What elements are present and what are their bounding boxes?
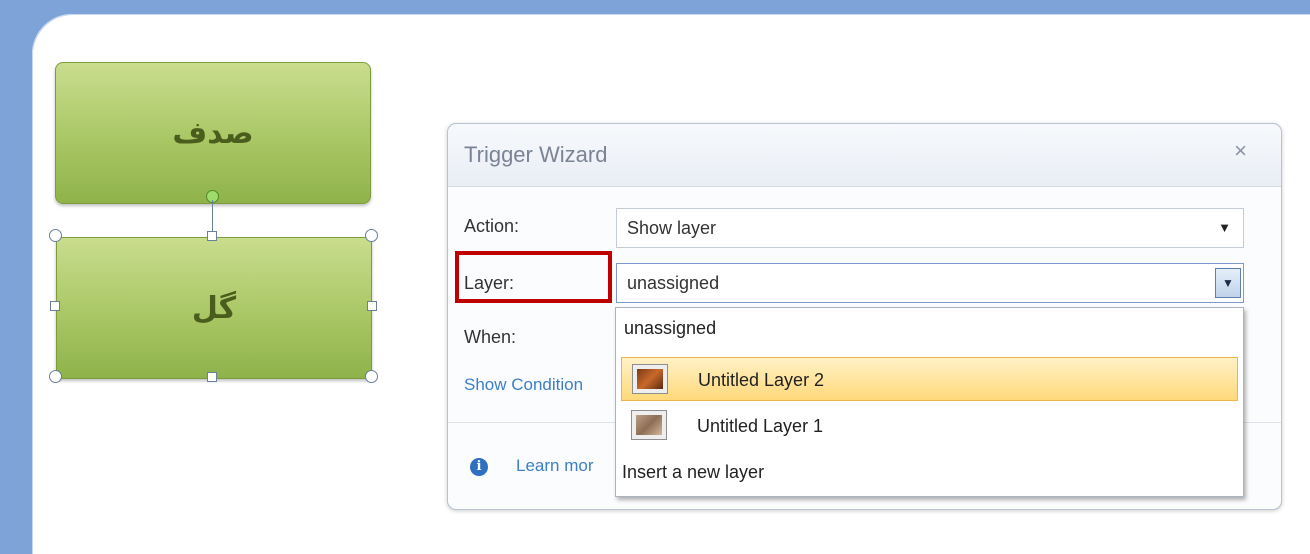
shape-top[interactable]: صدف [55,62,371,204]
layer-option-unassigned[interactable]: unassigned [616,308,1243,348]
when-label: When: [464,327,517,347]
dialog-title: Trigger Wizard [464,142,608,167]
layer-option-untitled-layer-1[interactable]: Untitled Layer 1 [616,404,1243,448]
rotate-stem [212,200,213,235]
layer-thumbnail-icon [632,364,668,394]
layer-select[interactable]: unassigned ▼ [616,263,1244,303]
resize-handle-r[interactable] [367,301,377,311]
resize-handle-br[interactable] [365,370,378,383]
layer-option-untitled-layer-2[interactable]: Untitled Layer 2 [621,357,1238,401]
resize-handle-tr[interactable] [365,229,378,242]
show-conditions-link[interactable]: Show Condition [464,375,583,395]
resize-handle-b[interactable] [207,372,217,382]
layer-thumbnail-icon [631,410,667,440]
resize-handle-t[interactable] [207,231,217,241]
highlight-outline [455,251,612,303]
resize-handle-tl[interactable] [49,229,62,242]
layer-option-insert-new[interactable]: Insert a new layer [616,452,1243,492]
shape-top-text: صدف [172,115,254,151]
learn-more-link[interactable]: Learn mor [516,456,593,476]
shape-bottom-selected[interactable]: گل [56,237,372,379]
chevron-down-icon[interactable]: ▼ [1218,209,1231,247]
close-icon[interactable]: × [1234,138,1247,164]
resize-handle-bl[interactable] [49,370,62,383]
info-icon: i [470,458,488,476]
action-value: Show layer [627,218,717,238]
dropdown-button-icon[interactable]: ▼ [1215,268,1241,298]
action-select[interactable]: Show layer ▼ [616,208,1244,248]
shape-bottom-text: گل [191,290,237,326]
layer-value: unassigned [627,273,720,293]
dialog-titlebar: Trigger Wizard × [448,124,1281,187]
layer-dropdown-list: unassigned Untitled Layer 2 Untitled Lay… [615,307,1244,497]
resize-handle-l[interactable] [50,301,60,311]
action-label: Action: [464,216,520,236]
